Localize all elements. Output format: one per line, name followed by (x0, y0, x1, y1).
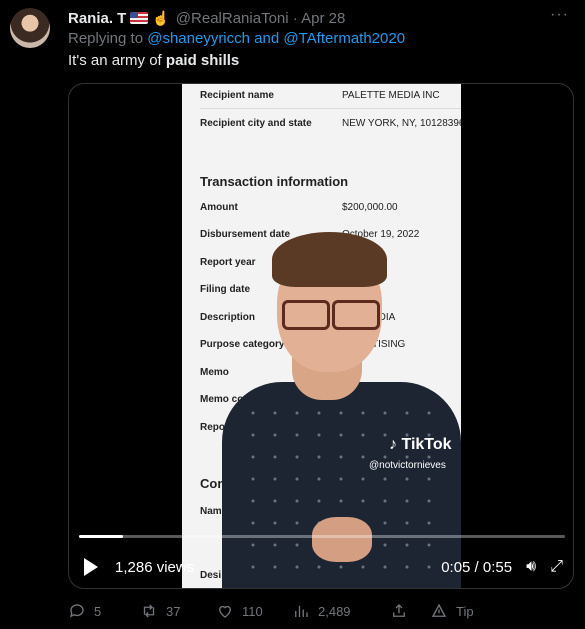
fullscreen-icon[interactable]: ⤢ (550, 558, 563, 576)
retweet-button[interactable]: 37 (140, 602, 216, 620)
volume-icon[interactable]: 🔊︎ (526, 558, 536, 576)
tiktok-watermark: ♪ TikTok (389, 436, 452, 453)
avatar[interactable] (10, 8, 50, 48)
tweet-header: Rania. T ☝ @RealRaniaToni · Apr 28 ··· (68, 6, 575, 28)
doc-value: PALETTE MEDIA INC (342, 90, 440, 101)
video-controls: 1,286 views 0:05 / 0:55 🔊︎ ⤢ (79, 554, 563, 580)
us-flag-icon (130, 12, 149, 24)
doc-label: Amount (200, 202, 238, 213)
doc-value: $200,000.00 (342, 202, 398, 213)
mention-link[interactable]: @shaneyyricch (147, 30, 250, 47)
like-button[interactable]: 110 (216, 602, 292, 620)
video-frame-document: Recipient name PALETTE MEDIA INC Recipie… (182, 84, 461, 588)
tiktok-username: @notvictornieves (369, 460, 446, 471)
pointing-hand-icon: ☝ (152, 9, 170, 26)
doc-value: NEW YORK, NY, 10128396 (342, 118, 461, 129)
views-button[interactable]: 2,489 (292, 602, 390, 620)
tip-icon (431, 603, 447, 617)
tweet-actions: 5 37 110 2,489 Tip (68, 600, 574, 622)
doc-label: Recipient city and state (200, 118, 312, 129)
views-icon (295, 605, 308, 617)
play-icon[interactable] (84, 558, 98, 576)
reply-button[interactable]: 5 (68, 602, 140, 620)
replying-to: Replying to @shaneyyricch and @TAftermat… (68, 30, 406, 47)
share-icon (393, 604, 405, 617)
tweet-text: It's an army of paid shills (68, 52, 240, 69)
author-handle[interactable]: @RealRaniaToni · Apr 28 (176, 10, 346, 27)
author-name[interactable]: Rania. T (68, 10, 126, 27)
reply-icon (69, 604, 84, 618)
video-time: 0:05 / 0:55 (441, 558, 513, 576)
doc-label: Recipient name (200, 90, 274, 101)
more-icon[interactable]: ··· (550, 6, 569, 24)
view-count: 1,286 views (115, 558, 195, 576)
video-player[interactable]: Recipient name PALETTE MEDIA INC Recipie… (68, 83, 574, 589)
like-icon (219, 605, 231, 618)
retweet-icon (143, 604, 155, 618)
doc-heading: Transaction information (200, 174, 349, 189)
mention-link[interactable]: @TAftermath2020 (283, 30, 405, 47)
share-button[interactable] (390, 602, 430, 620)
tip-button[interactable]: Tip (430, 602, 474, 620)
video-progress-bar[interactable] (79, 535, 565, 538)
tweet-date[interactable]: Apr 28 (301, 10, 345, 27)
